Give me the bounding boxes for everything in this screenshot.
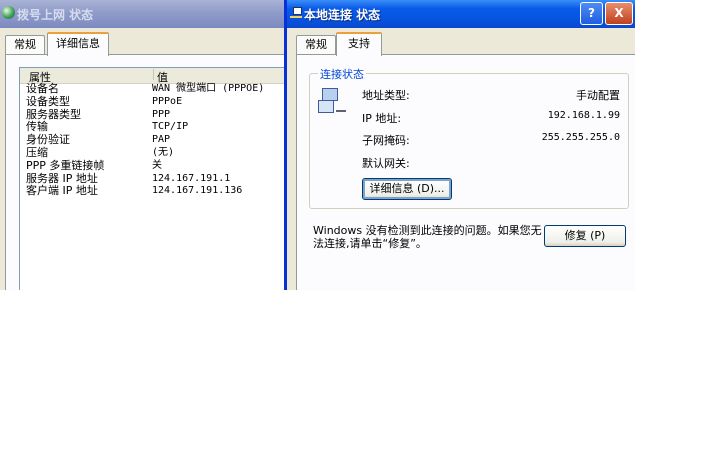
lan-window-title: 本地连接 状态	[304, 8, 381, 22]
property-value: PAP	[152, 134, 171, 146]
close-button[interactable]: X	[605, 2, 633, 25]
subnet-mask-value: 255.255.255.0	[541, 132, 620, 143]
lan-status-window: 本地连接 状态 ? X 常规 支持 连接状态 地址类型: 手动配置 IP 地址:…	[284, 0, 635, 290]
lan-title-bar[interactable]: 本地连接 状态 ? X	[287, 0, 635, 28]
property-value: 124.167.191.136	[152, 185, 243, 197]
address-type-value: 手动配置	[576, 89, 620, 102]
tab-support[interactable]: 支持	[336, 32, 382, 56]
default-gateway-row: 默认网关:	[362, 155, 620, 171]
connection-status-group: 连接状态 地址类型: 手动配置 IP 地址: 192.168.1.99 子网掩码…	[309, 66, 629, 209]
subnet-mask-row: 子网掩码: 255.255.255.0	[362, 132, 620, 148]
dialup-status-window: 拨号上网 状态 常规 详细信息 属性 值 设备名 WAN 微型端口 (PPPOE)…	[0, 0, 286, 290]
details-list[interactable]: 属性 值 设备名 WAN 微型端口 (PPPOE) 设备类型 PPPoE 服务器类型…	[19, 67, 286, 290]
ip-address-label: IP 地址:	[362, 112, 402, 125]
property-name: 设备类型	[26, 94, 70, 108]
tab-general[interactable]: 常规	[5, 35, 45, 55]
dialup-tab-strip: 常规 详细信息	[5, 32, 286, 56]
tab-details[interactable]: 详细信息	[47, 32, 109, 56]
property-value: (无)	[152, 146, 175, 158]
lan-tab-strip: 常规 支持	[296, 32, 635, 56]
property-name: 客户端 IP 地址	[26, 184, 98, 198]
address-type-row: 地址类型: 手动配置	[362, 87, 620, 103]
property-value: 关	[152, 159, 162, 171]
dialup-window-title: 拨号上网 状态	[17, 8, 94, 22]
property-name: PPP 多重链接帧	[26, 158, 105, 172]
dialup-title-bar[interactable]: 拨号上网 状态	[0, 0, 286, 28]
dialup-details-panel: 属性 值 设备名 WAN 微型端口 (PPPOE) 设备类型 PPPoE 服务器类型…	[5, 54, 286, 290]
default-gateway-label: 默认网关:	[362, 157, 410, 170]
details-list-header: 属性 值	[20, 68, 286, 84]
group-title: 连接状态	[318, 66, 366, 82]
repair-button[interactable]: 修复 (P)	[544, 225, 626, 247]
lan-support-panel: 连接状态 地址类型: 手动配置 IP 地址: 192.168.1.99 子网掩码…	[296, 54, 635, 290]
property-value: PPPoE	[152, 95, 183, 107]
help-button[interactable]: ?	[580, 2, 603, 25]
globe-icon	[2, 6, 15, 19]
property-value: WAN 微型端口 (PPPOE)	[152, 83, 265, 94]
property-name: 压缩	[26, 145, 48, 159]
ip-address-value: 192.168.1.99	[547, 110, 620, 121]
column-divider[interactable]	[153, 69, 154, 80]
network-connection-icon	[290, 7, 302, 19]
details-button[interactable]: 详细信息 (D)...	[362, 178, 452, 200]
network-adapter-icon	[318, 88, 348, 118]
property-name: 设备名	[26, 82, 59, 95]
property-value: PPP	[152, 108, 171, 120]
subnet-mask-label: 子网掩码:	[362, 134, 410, 147]
address-type-label: 地址类型:	[362, 89, 410, 102]
property-value: TCP/IP	[152, 121, 189, 133]
ip-address-row: IP 地址: 192.168.1.99	[362, 110, 620, 126]
tab-general[interactable]: 常规	[296, 35, 336, 55]
diagnosis-message: Windows 没有检测到此连接的问题。如果您无法连接,请单击“修复”。	[313, 224, 542, 250]
property-value: 124.167.191.1	[152, 172, 231, 184]
